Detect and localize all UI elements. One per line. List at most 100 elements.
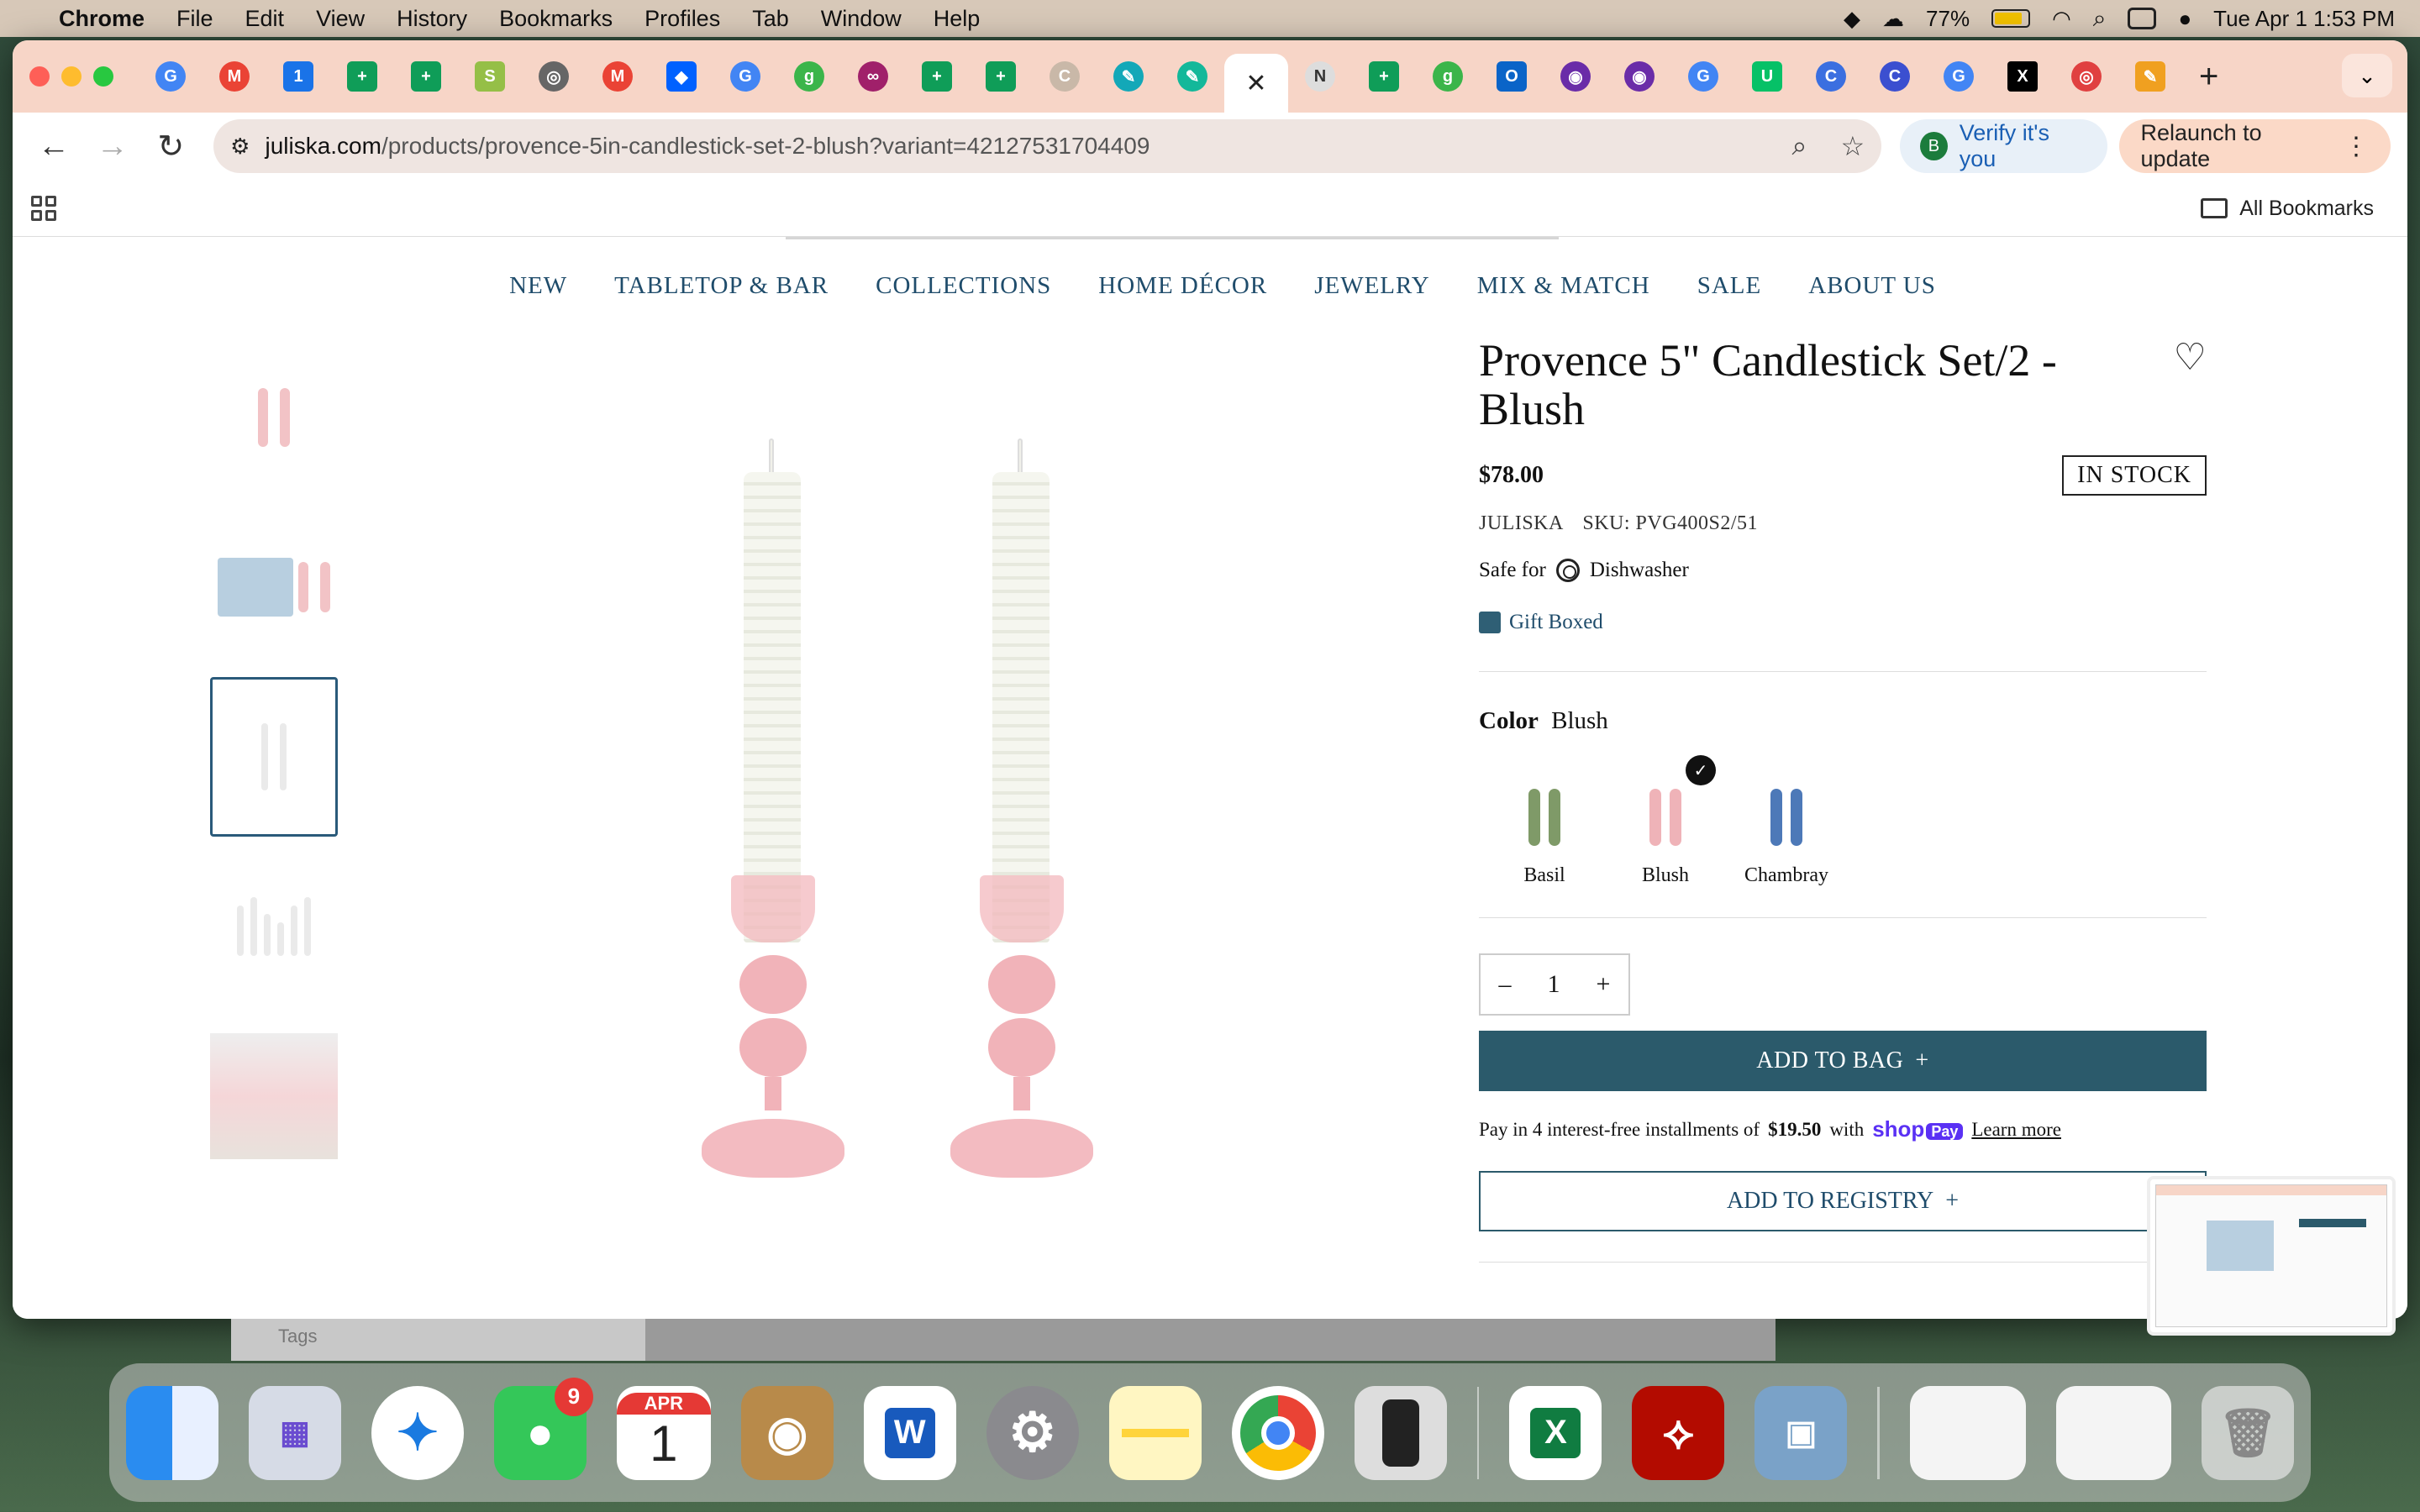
tab-sheets[interactable]: + [330, 51, 394, 102]
swatch-basil[interactable]: Basil [1501, 770, 1588, 887]
nav-about-us[interactable]: ABOUT US [1808, 272, 1936, 300]
tab-teal[interactable]: ✎ [1097, 51, 1160, 102]
thumbnail-2[interactable] [210, 507, 338, 667]
learn-more-link[interactable]: Learn more [1971, 1119, 2061, 1141]
tab-circle-2[interactable]: C [1863, 51, 1927, 102]
quantity-value[interactable]: 1 [1548, 970, 1560, 999]
tab-search-button[interactable]: ⌄ [2342, 54, 2392, 97]
bookmark-star-icon[interactable]: ☆ [1840, 130, 1865, 162]
forward-button[interactable]: → [88, 121, 137, 171]
apps-grid-icon[interactable] [31, 195, 56, 221]
tab-red[interactable]: ◎ [2054, 51, 2118, 102]
thumbnail-1[interactable] [210, 338, 338, 497]
menu-file[interactable]: File [176, 6, 213, 32]
tab-cohs[interactable]: C [1033, 51, 1097, 102]
menu-window[interactable]: Window [821, 6, 902, 32]
tab-x[interactable]: X [1991, 51, 2054, 102]
back-button[interactable]: ← [29, 121, 78, 171]
word-icon[interactable]: W [863, 1385, 956, 1480]
tab-dropbox[interactable]: ◆ [650, 51, 713, 102]
spotlight-search-icon[interactable]: ⌕ [2093, 5, 2107, 33]
nav-mix-match[interactable]: MIX & MATCH [1477, 272, 1650, 300]
zoom-window-button[interactable] [93, 66, 113, 87]
tab-sheets-4[interactable]: + [969, 51, 1033, 102]
iphone-mirroring-icon[interactable] [1354, 1385, 1447, 1480]
tab-gmail-2[interactable]: M [586, 51, 650, 102]
menu-bookmarks[interactable]: Bookmarks [499, 6, 613, 32]
tab-purple-2[interactable]: ◉ [1607, 51, 1671, 102]
trash-icon[interactable]: 🗑 [2202, 1385, 2295, 1480]
product-main-image[interactable] [668, 405, 1139, 1178]
tab-pencil[interactable]: ✎ [2118, 51, 2182, 102]
tab-google-3[interactable]: G [1671, 51, 1735, 102]
menu-history[interactable]: History [397, 6, 467, 32]
screenshot-preview-thumbnail[interactable] [2147, 1176, 2396, 1336]
tab-shopify[interactable]: S [458, 51, 522, 102]
system-settings-icon[interactable]: ⚙ [986, 1385, 1079, 1480]
swatch-blush[interactable]: ✓ Blush [1622, 755, 1716, 887]
recent-doc-word-icon[interactable] [2055, 1385, 2172, 1480]
new-tab-button[interactable]: + [2199, 58, 2218, 96]
chrome-icon[interactable] [1231, 1385, 1324, 1480]
address-bar[interactable]: ⚙ juliska.com/products/provence-5in-cand… [213, 119, 1882, 173]
nav-home-decor[interactable]: HOME DÉCOR [1098, 272, 1267, 300]
nav-sale[interactable]: SALE [1697, 272, 1762, 300]
reload-button[interactable]: ↻ [146, 121, 195, 171]
tab-ubereats[interactable]: U [1735, 51, 1799, 102]
nav-new[interactable]: NEW [509, 272, 567, 300]
menubar-clock[interactable]: Tue Apr 1 1:53 PM [2213, 6, 2395, 32]
kebab-menu-icon[interactable]: ⋮ [2344, 132, 2369, 161]
tab-google-4[interactable]: G [1927, 51, 1991, 102]
tab-google[interactable]: G [139, 51, 203, 102]
tab-sheets-3[interactable]: + [905, 51, 969, 102]
tab-purple[interactable]: ◉ [1544, 51, 1607, 102]
calendar-app-icon[interactable]: APR 1 [616, 1385, 711, 1480]
acrobat-icon[interactable]: ⟡ [1632, 1385, 1725, 1480]
tags-field[interactable]: Tags [231, 1319, 645, 1361]
excel-icon[interactable]: X [1509, 1385, 1602, 1480]
swatch-chambray[interactable]: Chambray [1743, 770, 1830, 887]
tab-teal-2[interactable]: ✎ [1160, 51, 1224, 102]
safari-icon[interactable]: ✦ [371, 1385, 464, 1480]
zoom-icon[interactable]: ⌕ [1792, 130, 1807, 162]
tab-circle[interactable]: C [1799, 51, 1863, 102]
gift-boxed-link[interactable]: Gift Boxed [1479, 611, 2207, 634]
verify-identity-button[interactable]: B Verify it's you [1900, 119, 2107, 173]
increase-quantity-button[interactable]: + [1597, 970, 1611, 999]
add-to-bag-button[interactable]: ADD TO BAG + [1479, 1031, 2207, 1091]
recent-doc-chrome-icon[interactable] [1910, 1385, 2026, 1480]
decrease-quantity-button[interactable]: – [1499, 970, 1512, 999]
tab-sheets-5[interactable]: + [1352, 51, 1416, 102]
tab-gmail[interactable]: M [203, 51, 266, 102]
thumbnail-5[interactable] [210, 1016, 338, 1176]
tab-globe[interactable]: ◎ [522, 51, 586, 102]
menu-tab[interactable]: Tab [752, 6, 789, 32]
menu-app-name[interactable]: Chrome [59, 6, 145, 32]
menu-profiles[interactable]: Profiles [644, 6, 720, 32]
tab-google-2[interactable]: G [713, 51, 777, 102]
launchpad-icon[interactable]: ▦ [248, 1385, 341, 1480]
tab-nc[interactable]: N [1288, 51, 1352, 102]
tab-calendar[interactable]: 1 [266, 51, 330, 102]
close-tab-icon[interactable]: ✕ [1245, 69, 1266, 98]
nav-jewelry[interactable]: JEWELRY [1314, 272, 1430, 300]
close-window-button[interactable] [29, 66, 50, 87]
nav-collections[interactable]: COLLECTIONS [876, 272, 1051, 300]
nav-tabletop-bar[interactable]: TABLETOP & BAR [614, 272, 829, 300]
add-to-registry-button[interactable]: ADD TO REGISTRY + [1479, 1171, 2207, 1231]
notes-icon[interactable] [1108, 1385, 1202, 1480]
tab-outlook[interactable]: O [1480, 51, 1544, 102]
cloud-sync-icon[interactable]: ☁ [1882, 6, 1904, 32]
thumbnail-4[interactable] [210, 847, 338, 1006]
tab-gloo-2[interactable]: g [1416, 51, 1480, 102]
control-center-icon[interactable] [2128, 8, 2157, 29]
finder-icon[interactable] [126, 1385, 218, 1480]
siri-icon[interactable]: ● [2178, 6, 2191, 32]
wifi-icon[interactable]: ◠ [2052, 6, 2071, 32]
minimize-window-button[interactable] [61, 66, 82, 87]
menu-help[interactable]: Help [934, 6, 981, 32]
tab-sheets-2[interactable]: + [394, 51, 458, 102]
tab-juliska-active[interactable]: ✕ [1224, 54, 1288, 113]
wishlist-heart-icon[interactable]: ♡ [2174, 336, 2207, 379]
battery-icon[interactable] [1991, 9, 2031, 28]
